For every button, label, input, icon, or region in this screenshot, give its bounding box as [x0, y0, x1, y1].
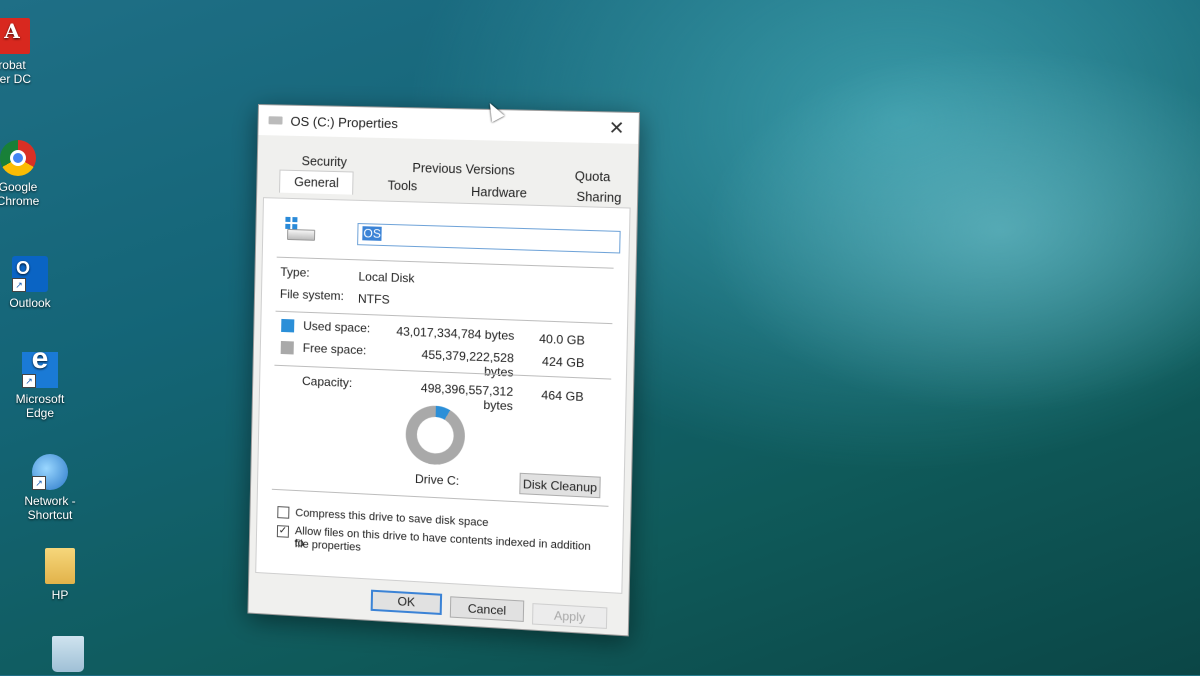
used-space-gb: 40.0 GB — [538, 331, 585, 348]
recycle-bin-desktop-icon[interactable] — [28, 636, 108, 676]
recycle-bin-icon — [52, 636, 84, 672]
edge-label-1: Microsoft — [15, 392, 65, 406]
dialog-title: OS (C:) Properties — [290, 113, 399, 132]
acrobat-label-2: der DC — [0, 72, 31, 86]
chrome-label-1: Google — [0, 180, 38, 194]
windows-drive-icon — [283, 216, 316, 242]
shortcut-arrow-icon: ↗ — [12, 278, 26, 292]
outlook-label: Outlook — [9, 296, 51, 310]
acrobat-label-1: robat — [0, 58, 26, 72]
index-label-line2: file properties — [294, 538, 362, 554]
folder-icon — [45, 548, 75, 584]
compress-checkbox[interactable] — [277, 506, 290, 519]
used-space-label: Used space: — [303, 318, 371, 336]
free-space-gb: 424 GB — [541, 354, 585, 371]
index-checkbox[interactable]: ✓ — [276, 525, 290, 538]
chrome-desktop-icon[interactable]: Google Chrome — [0, 140, 58, 208]
chrome-label-2: Chrome — [0, 194, 40, 208]
network-desktop-icon[interactable]: ↗ Network - Shortcut — [10, 454, 90, 522]
tab-tools[interactable]: Tools — [387, 176, 418, 195]
tab-security[interactable]: Security — [301, 152, 347, 171]
tab-previous-versions[interactable]: Previous Versions — [412, 159, 515, 180]
drive-properties-dialog: OS (C:) Properties ✕ Security Previous V… — [247, 104, 641, 637]
network-label-2: Shortcut — [27, 508, 73, 522]
tab-general[interactable]: General — [279, 169, 355, 195]
acrobat-desktop-icon[interactable]: robat der DC — [0, 18, 52, 86]
free-space-swatch — [280, 340, 294, 355]
network-icon: ↗ — [32, 454, 68, 490]
capacity-gb: 464 GB — [541, 387, 584, 405]
drive-label: Drive C: — [414, 471, 460, 489]
volume-name-value: OS — [362, 226, 383, 241]
type-label: Type: — [280, 264, 310, 280]
tab-hardware[interactable]: Hardware — [471, 183, 527, 203]
chrome-icon — [0, 140, 36, 176]
apply-button[interactable]: Apply — [532, 603, 608, 629]
file-system-label: File system: — [279, 286, 345, 304]
used-space-swatch — [281, 318, 295, 333]
title-bar[interactable]: OS (C:) Properties ✕ — [258, 105, 639, 144]
used-space-bytes: 43,017,334,784 bytes — [396, 324, 515, 343]
tab-quota[interactable]: Quota — [575, 167, 611, 186]
volume-name-input[interactable]: OS — [357, 223, 621, 254]
capacity-label: Capacity: — [301, 373, 353, 391]
shortcut-arrow-icon: ↗ — [22, 374, 36, 388]
outlook-icon: ↗ — [12, 256, 48, 292]
acrobat-icon — [0, 18, 30, 54]
ok-button[interactable]: OK — [370, 589, 443, 616]
edge-icon: ↗ — [22, 352, 58, 388]
disk-usage-donut-chart — [405, 404, 466, 467]
cancel-button[interactable]: Cancel — [449, 596, 525, 622]
network-label-1: Network - — [24, 494, 76, 508]
edge-desktop-icon[interactable]: ↗ Microsoft Edge — [0, 352, 80, 420]
tab-sharing[interactable]: Sharing — [576, 188, 621, 208]
edge-label-2: Edge — [25, 406, 55, 420]
shortcut-arrow-icon: ↗ — [32, 476, 46, 490]
outlook-desktop-icon[interactable]: ↗ Outlook — [0, 256, 70, 310]
hp-label: HP — [51, 588, 69, 602]
disk-cleanup-button[interactable]: Disk Cleanup — [519, 472, 601, 499]
free-space-label: Free space: — [302, 340, 367, 358]
hp-folder-desktop-icon[interactable]: HP — [20, 548, 100, 602]
divider — [276, 256, 614, 269]
type-value: Local Disk — [358, 269, 415, 286]
file-system-value: NTFS — [357, 291, 390, 307]
drive-icon — [268, 116, 283, 125]
close-button[interactable]: ✕ — [594, 112, 639, 144]
capacity-bytes: 498,396,557,312 bytes — [420, 380, 514, 414]
general-tab-panel: OS Type: Local Disk File system: NTFS Us… — [255, 197, 631, 594]
